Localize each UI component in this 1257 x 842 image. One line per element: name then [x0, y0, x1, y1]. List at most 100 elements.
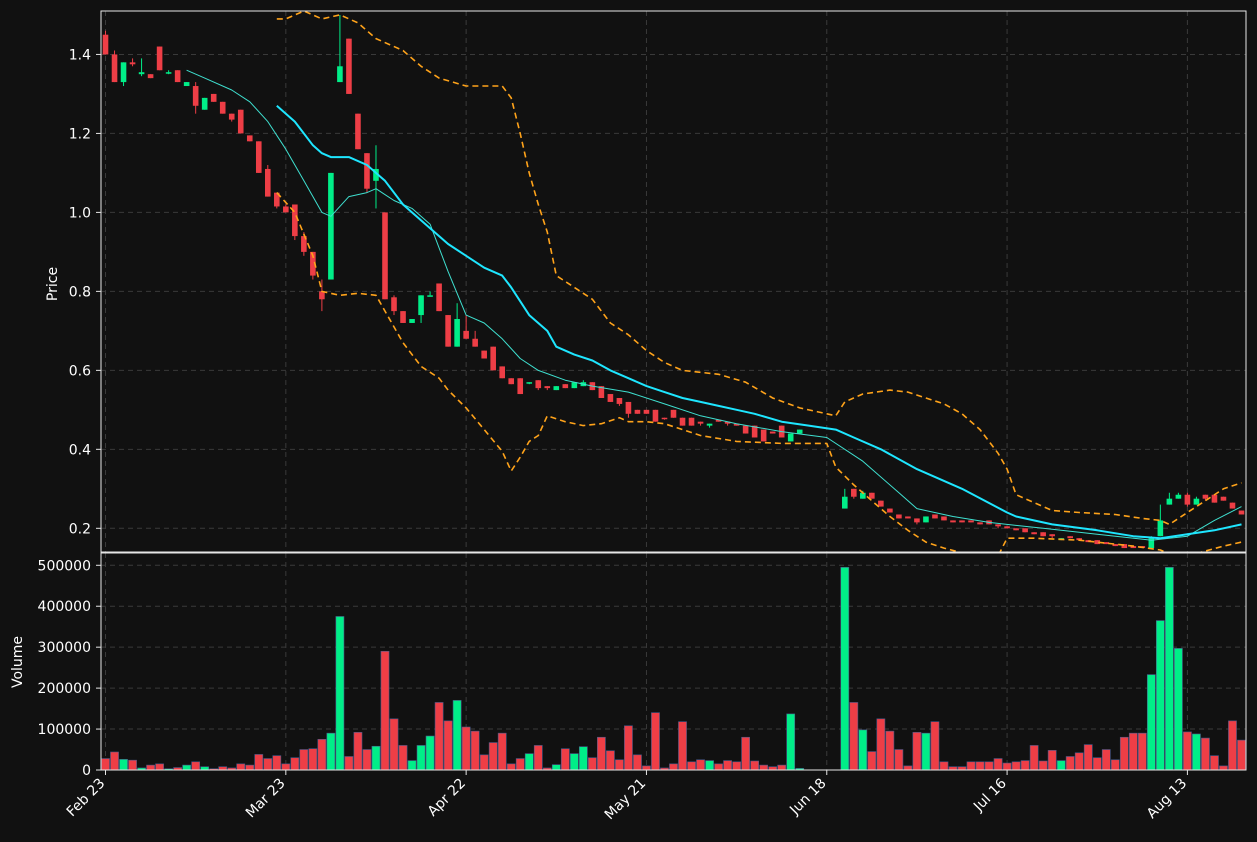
volume-bar — [894, 749, 904, 770]
candle-body — [1022, 528, 1028, 533]
volume-bar — [335, 616, 345, 770]
volume-bar — [524, 753, 534, 770]
volume-bar — [443, 720, 453, 770]
candle-body — [490, 346, 496, 371]
volume-bar — [1137, 732, 1147, 770]
volume-bar — [777, 764, 787, 770]
candle-body — [968, 520, 974, 523]
candle-body — [950, 520, 956, 523]
volume-bar — [975, 761, 985, 770]
candle-body — [616, 397, 623, 404]
candle-body — [1049, 534, 1055, 537]
volume-bar — [984, 761, 994, 770]
volume-bar — [732, 761, 741, 770]
volume-bar — [1074, 752, 1084, 770]
candle-body — [237, 109, 244, 134]
volume-bar — [569, 753, 579, 770]
volume-bar — [786, 713, 796, 770]
candle-body — [1220, 496, 1227, 501]
price-tick-label: 1.4 — [69, 47, 91, 63]
volume-bar — [560, 748, 570, 770]
volume-bar — [939, 761, 949, 770]
candle-body — [634, 409, 641, 414]
volume-bar — [362, 749, 372, 770]
volume-bar — [1119, 736, 1129, 770]
candle-body — [526, 382, 533, 384]
volume-bar — [993, 758, 1003, 770]
candle-body — [156, 46, 163, 71]
candle-body — [283, 206, 289, 213]
candle-body — [246, 135, 253, 142]
candle-body — [1067, 536, 1073, 539]
candle-body — [905, 516, 911, 519]
volume-bar — [371, 745, 381, 770]
volume-bar — [1155, 620, 1165, 770]
volume-bar — [1228, 720, 1237, 770]
volume-bar — [425, 735, 435, 770]
volume-bar — [759, 764, 769, 770]
candle-body — [535, 380, 542, 389]
candle-body — [346, 38, 352, 94]
volume-tick-label: 400000 — [38, 599, 91, 615]
volume-bar — [326, 732, 336, 770]
volume-bar — [551, 764, 561, 770]
volume-bar — [624, 725, 633, 770]
volume-bar — [119, 759, 128, 770]
candle-body — [1031, 532, 1037, 535]
volume-bar — [344, 756, 354, 770]
volume-tick-label: 300000 — [38, 640, 91, 656]
volume-bar — [1183, 731, 1192, 770]
candle-body — [661, 417, 668, 420]
candle-body — [409, 319, 415, 323]
volume-tick-label: 200000 — [38, 681, 91, 697]
candle-body — [932, 514, 938, 519]
volume-bar — [840, 567, 850, 770]
volume-bar — [452, 700, 462, 770]
volume-bar — [317, 738, 327, 770]
candle-body — [129, 62, 136, 65]
candle-body — [210, 93, 217, 102]
volume-bar — [479, 754, 489, 770]
candle-body — [508, 378, 515, 385]
volume-bar — [254, 754, 264, 770]
candle-body — [869, 492, 875, 499]
volume-bar — [885, 730, 895, 770]
candle-body — [219, 101, 226, 114]
candle-body — [625, 401, 632, 414]
candle-body — [1229, 502, 1236, 509]
candle-body — [787, 433, 794, 442]
candle-body — [472, 338, 478, 347]
candle-body — [977, 522, 983, 525]
candle-body — [499, 366, 505, 379]
candle-body — [454, 319, 460, 347]
candle-body — [760, 429, 767, 442]
candle-body — [120, 62, 127, 83]
candle-body — [1193, 498, 1200, 505]
volume-bar — [515, 758, 525, 770]
volume-bar — [380, 650, 390, 770]
candle-body — [165, 72, 172, 74]
candle-body — [355, 113, 361, 150]
candle-body — [400, 311, 406, 323]
volume-bar — [858, 729, 868, 770]
volume-bar — [1110, 759, 1120, 770]
candle-body — [517, 378, 524, 395]
volume-bar — [470, 730, 480, 770]
candle-body — [742, 425, 749, 434]
candle-body — [337, 66, 343, 83]
volume-bar — [263, 758, 273, 770]
candle-body — [643, 409, 650, 414]
volume-bar — [1065, 756, 1075, 770]
volume-bar — [290, 757, 300, 770]
candle-body — [418, 295, 424, 316]
volume-axis-title: Volume — [10, 636, 26, 688]
candle-body — [878, 500, 884, 507]
candle-body — [391, 297, 397, 312]
candle-body — [995, 524, 1001, 527]
volume-bar — [1092, 757, 1102, 770]
volume-bar — [1146, 674, 1156, 770]
candle-body — [1040, 532, 1046, 537]
volume-bar — [533, 745, 543, 770]
candle-body — [192, 86, 199, 106]
volume-bar — [1101, 749, 1111, 770]
